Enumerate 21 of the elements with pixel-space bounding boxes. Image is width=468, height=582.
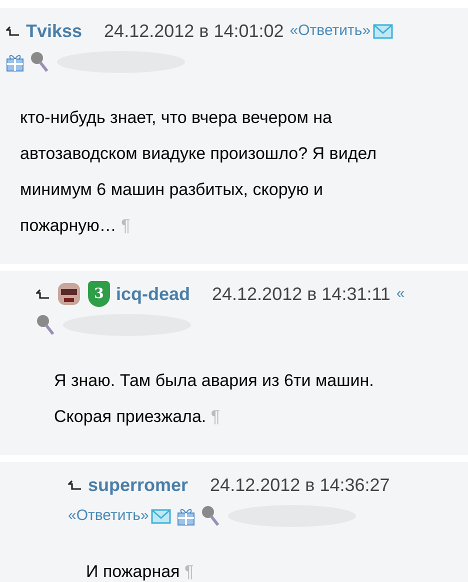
comment-time: 24.12.2012 в 14:31:11 bbox=[212, 282, 390, 306]
author-link[interactable]: Tvikss bbox=[26, 18, 82, 44]
comment-time: 24.12.2012 в 14:01:02 bbox=[104, 20, 284, 42]
reply-link[interactable]: «Ответить» bbox=[290, 20, 371, 42]
key-icon bbox=[36, 314, 56, 336]
reply-link[interactable]: « bbox=[396, 282, 405, 306]
gift-icon[interactable] bbox=[6, 52, 24, 72]
comment-text: Я знаю. Там была авария из 6ти машин. Скорая приезжала. ¶ bbox=[53, 370, 375, 428]
key-icon bbox=[200, 505, 221, 527]
author-link[interactable]: superromer bbox=[88, 472, 188, 498]
mask-avatar-icon bbox=[56, 281, 82, 307]
envelope-icon[interactable] bbox=[372, 24, 393, 38]
comment-text: кто-нибудь знает, что вчера вечером на автозаводском виадуке произошло? Я видел минимум 6 машин разбитых, скорую и пожарную… ¶ bbox=[19, 107, 378, 237]
level-badge: 3 bbox=[88, 281, 110, 307]
envelope-icon[interactable] bbox=[150, 508, 171, 524]
comment-time: 24.12.2012 в 14:36:27 bbox=[210, 474, 390, 496]
author-link[interactable]: icq-dead bbox=[116, 280, 190, 308]
gift-icon[interactable] bbox=[176, 506, 195, 526]
reply-link[interactable]: «Ответить» bbox=[68, 504, 149, 528]
key-icon bbox=[30, 51, 50, 73]
comment-text: И пожарная ¶ bbox=[85, 561, 195, 582]
